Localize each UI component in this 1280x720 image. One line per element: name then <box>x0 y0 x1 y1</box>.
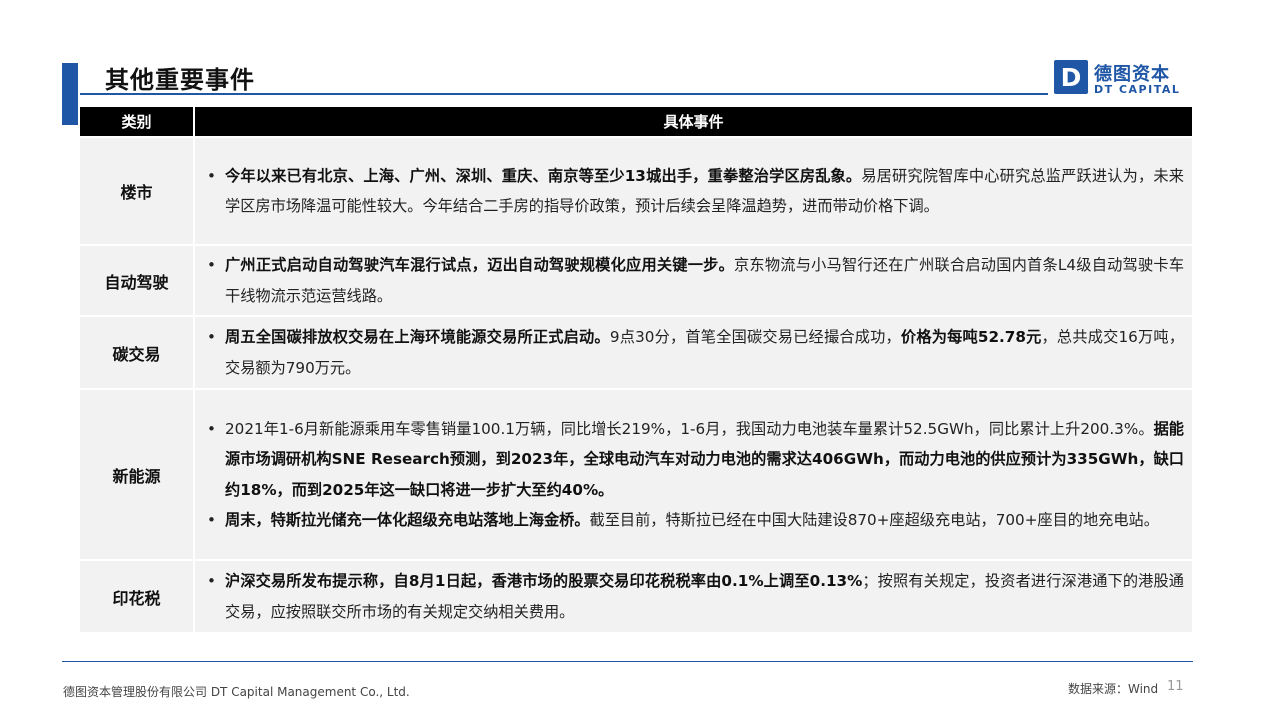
logo-name-en: DT CAPITAL <box>1094 83 1181 96</box>
event-bullet: • 周五全国碳排放权交易在上海环境能源交易所正式启动。9点30分，首笔全国碳交易… <box>205 322 1184 383</box>
table-header-row: 类别 具体事件 <box>80 107 1192 136</box>
events-table: 类别 具体事件 楼市 • 今年以来已有北京、上海、广州、深圳、重庆、南京等至少1… <box>80 107 1192 632</box>
event-text: 周五全国碳排放权交易在上海环境能源交易所正式启动。9点30分，首笔全国碳交易已经… <box>225 328 1185 377</box>
row-category: 自动驾驶 <box>80 244 195 315</box>
title-accent-bar <box>62 63 78 125</box>
row-detail: • 2021年1-6月新能源乘用车零售销量100.1万辆，同比增长219%，1-… <box>195 388 1192 559</box>
row-category: 新能源 <box>80 388 195 559</box>
row-category: 碳交易 <box>80 315 195 388</box>
table-row: 碳交易 • 周五全国碳排放权交易在上海环境能源交易所正式启动。9点30分，首笔全… <box>80 315 1192 388</box>
footer-company: 德图资本管理股份有限公司 DT Capital Management Co., … <box>63 685 410 699</box>
slide: 其他重要事件 D 德图资本 DT CAPITAL 类别 具体事件 楼市 • 今年… <box>0 0 1280 720</box>
row-category: 楼市 <box>80 136 195 244</box>
bullet-dot-icon: • <box>207 166 216 185</box>
event-text: 周末，特斯拉光储充一体化超级充电站落地上海金桥。截至目前，特斯拉已经在中国大陆建… <box>225 511 1159 529</box>
event-bullet: • 广州正式启动自动驾驶汽车混行试点，迈出自动驾驶规模化应用关键一步。京东物流与… <box>205 250 1184 311</box>
table-row: 印花税 • 沪深交易所发布提示称，自8月1日起，香港市场的股票交易印花税税率由0… <box>80 559 1192 632</box>
row-detail: • 广州正式启动自动驾驶汽车混行试点，迈出自动驾驶规模化应用关键一步。京东物流与… <box>195 244 1192 315</box>
event-bullet: • 今年以来已有北京、上海、广州、深圳、重庆、南京等至少13城出手，重拳整治学区… <box>205 161 1184 222</box>
footer-divider <box>62 661 1193 662</box>
header-details: 具体事件 <box>195 107 1192 136</box>
row-detail: • 周五全国碳排放权交易在上海环境能源交易所正式启动。9点30分，首笔全国碳交易… <box>195 315 1192 388</box>
bullet-dot-icon: • <box>207 328 216 346</box>
event-text: 沪深交易所发布提示称，自8月1日起，香港市场的股票交易印花税税率由0.1%上调至… <box>225 572 1184 621</box>
footer-source: 数据来源：Wind <box>1068 682 1159 696</box>
row-category: 印花税 <box>80 559 195 632</box>
event-bullet: • 2021年1-6月新能源乘用车零售销量100.1万辆，同比增长219%，1-… <box>205 414 1184 506</box>
table-row: 楼市 • 今年以来已有北京、上海、广州、深圳、重庆、南京等至少13城出手，重拳整… <box>80 136 1192 244</box>
table-row: 自动驾驶 • 广州正式启动自动驾驶汽车混行试点，迈出自动驾驶规模化应用关键一步。… <box>80 244 1192 315</box>
bullet-dot-icon: • <box>207 572 216 590</box>
row-detail: • 沪深交易所发布提示称，自8月1日起，香港市场的股票交易印花税税率由0.1%上… <box>195 559 1192 632</box>
header-category: 类别 <box>80 107 195 136</box>
bullet-dot-icon: • <box>207 511 216 529</box>
title-divider <box>80 93 1048 95</box>
bullet-dot-icon: • <box>207 419 216 438</box>
event-bullet: • 沪深交易所发布提示称，自8月1日起，香港市场的股票交易印花税税率由0.1%上… <box>205 566 1184 627</box>
event-text: 广州正式启动自动驾驶汽车混行试点，迈出自动驾驶规模化应用关键一步。京东物流与小马… <box>225 256 1185 305</box>
logo-d-icon: D <box>1054 60 1088 94</box>
table-row: 新能源 • 2021年1-6月新能源乘用车零售销量100.1万辆，同比增长219… <box>80 388 1192 559</box>
page-number: 11 <box>1167 679 1184 694</box>
page-title: 其他重要事件 <box>105 66 255 94</box>
event-bullet: • 周末，特斯拉光储充一体化超级充电站落地上海金桥。截至目前，特斯拉已经在中国大… <box>205 505 1184 536</box>
row-detail: • 今年以来已有北京、上海、广州、深圳、重庆、南京等至少13城出手，重拳整治学区… <box>195 136 1192 244</box>
event-text: 今年以来已有北京、上海、广州、深圳、重庆、南京等至少13城出手，重拳整治学区房乱… <box>225 166 1184 216</box>
event-text: 2021年1-6月新能源乘用车零售销量100.1万辆，同比增长219%，1-6月… <box>225 419 1184 499</box>
bullet-dot-icon: • <box>207 256 216 274</box>
